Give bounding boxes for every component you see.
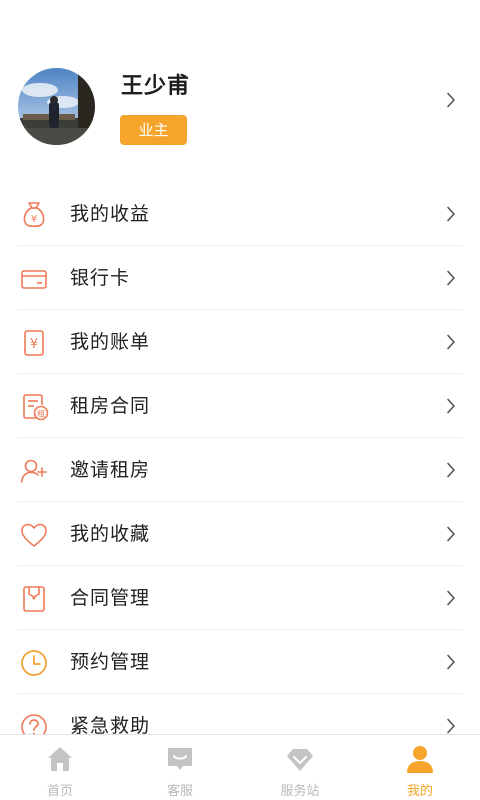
svg-text:¥: ¥ [31,214,37,225]
home-icon [48,747,72,771]
money-bag-icon: ¥ [23,202,45,228]
menu-item-label: 租房合同 [70,395,151,417]
user-name: 王少甫 [121,74,191,99]
user-icon [407,746,433,773]
tab-mine[interactable]: 我的 [360,735,480,800]
menu-item-favorites[interactable]: 我的收藏 [0,502,480,566]
menu-item-bills[interactable]: ¥ 我的账单 [0,310,480,374]
chevron-right-icon [447,462,455,478]
menu-item-label: 合同管理 [70,587,151,609]
menu-item-appointment-management[interactable]: 预约管理 [0,630,480,694]
bottom-tab-bar: 首页 客服 服务站 我的 [0,734,480,800]
menu-list: ¥ 我的收益 银行卡 ¥ 我的账单 租 租房合同 邀请租房 我的收藏 合同管理 … [0,182,480,758]
chevron-right-icon [447,718,455,734]
menu-item-earnings[interactable]: ¥ 我的收益 [0,182,480,246]
bank-card-icon [21,270,47,289]
menu-item-rental-contract[interactable]: 租 租房合同 [0,374,480,438]
menu-item-label: 我的收藏 [70,523,151,545]
tab-customer-service[interactable]: 客服 [120,735,240,800]
menu-item-label: 我的收益 [70,203,151,225]
heart-icon [21,523,47,547]
chevron-right-icon [447,654,455,670]
svg-text:租: 租 [37,410,45,419]
chevron-right-icon [447,206,455,222]
chevron-right-icon [447,590,455,606]
contract-management-icon [23,586,45,612]
tab-service-station[interactable]: 服务站 [240,735,360,800]
profile-screen: 王少甫 业主 ¥ 我的收益 银行卡 ¥ 我的账单 租 租房合同 邀请租房 我的收… [0,0,480,800]
menu-item-bank-card[interactable]: 银行卡 [0,246,480,310]
clock-icon [21,650,47,676]
menu-item-invite-rent[interactable]: 邀请租房 [0,438,480,502]
menu-item-label: 银行卡 [70,267,131,289]
svg-text:¥: ¥ [30,337,38,352]
rental-contract-icon: 租 [23,394,49,421]
menu-item-label: 邀请租房 [70,459,151,481]
chevron-right-icon [447,398,455,414]
chevron-right-icon [447,526,455,542]
message-icon [168,748,192,770]
tab-label: 服务站 [280,784,320,799]
chevron-right-icon[interactable] [446,92,456,108]
menu-item-contract-management[interactable]: 合同管理 [0,566,480,630]
invite-user-icon [20,459,47,483]
role-badge: 业主 [120,115,187,145]
profile-header[interactable]: 王少甫 业主 [0,62,480,152]
tab-label: 客服 [166,784,193,799]
avatar[interactable] [18,68,95,145]
tab-label: 首页 [46,784,73,799]
bill-icon: ¥ [24,330,44,356]
menu-item-label: 预约管理 [70,651,151,673]
tab-home[interactable]: 首页 [0,735,120,800]
chevron-right-icon [447,270,455,286]
service-station-icon [287,749,313,771]
tab-label: 我的 [406,784,433,799]
chevron-right-icon [447,334,455,350]
menu-item-label: 我的账单 [70,331,151,353]
